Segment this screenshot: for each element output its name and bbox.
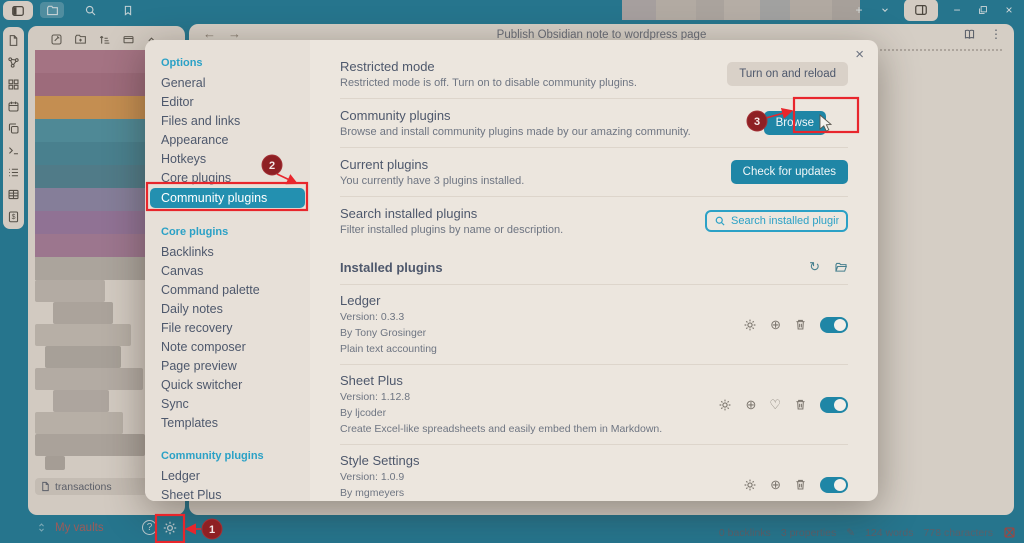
plugin-settings-gear-icon[interactable] — [743, 478, 757, 492]
refresh-icon[interactable]: ↻ — [809, 259, 820, 275]
sidebar-item-daily-notes[interactable]: Daily notes — [145, 299, 310, 318]
sidebar-item-general[interactable]: General — [145, 73, 310, 92]
plugin-name: Ledger — [340, 293, 437, 308]
setting-desc: You currently have 3 plugins installed. — [340, 175, 524, 187]
sidebar-section-options: Options — [145, 53, 310, 73]
plugin-settings-gear-icon[interactable] — [743, 318, 757, 332]
sidebar-item-editor[interactable]: Editor — [145, 92, 310, 111]
setting-title: Community plugins — [340, 108, 691, 123]
plugin-trash-icon[interactable] — [794, 478, 807, 491]
setting-title: Current plugins — [340, 157, 524, 172]
sidebar-item-note-composer[interactable]: Note composer — [145, 337, 310, 356]
sidebar-item-sheet-plus[interactable]: Sheet Plus — [145, 485, 310, 501]
sidebar-item-core-plugins[interactable]: Core plugins — [145, 168, 310, 187]
plugin-donate-icon[interactable]: ⊕ — [770, 478, 781, 491]
sidebar-item-canvas[interactable]: Canvas — [145, 261, 310, 280]
sidebar-item-file-recovery[interactable]: File recovery — [145, 318, 310, 337]
setting-title: Restricted mode — [340, 59, 637, 74]
plugin-desc: Create Excel-like spreadsheets and easil… — [340, 423, 662, 436]
sidebar-item-page-preview[interactable]: Page preview — [145, 356, 310, 375]
sidebar-item-templates[interactable]: Templates — [145, 413, 310, 432]
plugin-trash-icon[interactable] — [794, 318, 807, 331]
sidebar-item-backlinks[interactable]: Backlinks — [145, 242, 310, 261]
plugin-version: Version: 0.3.3 — [340, 311, 437, 324]
search-installed-plugins-input[interactable] — [731, 215, 839, 227]
settings-content: × Restricted mode Restricted mode is off… — [310, 40, 878, 501]
setting-title: Search installed plugins — [340, 206, 563, 221]
sidebar-section-community-plugins: Community plugins — [145, 446, 310, 466]
installed-plugins-title: Installed plugins — [340, 260, 443, 275]
setting-community-plugins: Community plugins Browse and install com… — [340, 98, 848, 147]
close-modal-button[interactable]: × — [851, 42, 868, 67]
setting-desc: Filter installed plugins by name or desc… — [340, 224, 563, 236]
sidebar-section-core-plugins: Core plugins — [145, 222, 310, 242]
sidebar-item-community-plugins-selected[interactable]: Community plugins — [150, 188, 305, 208]
browse-button[interactable]: Browse — [764, 111, 826, 135]
plugin-toggle-on[interactable] — [820, 477, 848, 493]
plugin-donate-icon[interactable]: ⊕ — [770, 318, 781, 331]
search-installed-plugins-box — [705, 210, 848, 232]
setting-search-plugins: Search installed plugins Filter installe… — [340, 196, 848, 245]
turn-on-and-reload-button[interactable]: Turn on and reload — [727, 62, 848, 86]
open-folder-icon[interactable] — [834, 261, 848, 274]
settings-modal: Options General Editor Files and links A… — [145, 40, 878, 501]
plugin-toggle-on[interactable] — [820, 397, 848, 413]
setting-current-plugins: Current plugins You currently have 3 plu… — [340, 147, 848, 196]
sidebar-item-command-palette[interactable]: Command palette — [145, 280, 310, 299]
plugin-name: Sheet Plus — [340, 373, 662, 388]
sidebar-item-quick-switcher[interactable]: Quick switcher — [145, 375, 310, 394]
plugin-version: Version: 1.0.9 — [340, 471, 667, 484]
plugin-settings-gear-icon[interactable] — [718, 398, 732, 412]
plugin-heart-icon[interactable]: ♡ — [769, 398, 781, 411]
plugin-donate-icon[interactable]: ⊕ — [745, 398, 756, 411]
plugin-version: Version: 1.12.8 — [340, 391, 662, 404]
sidebar-item-ledger[interactable]: Ledger — [145, 466, 310, 485]
plugin-author: By mgmeyers — [340, 487, 667, 500]
obsidian-window: + − × — [0, 0, 1024, 543]
plugin-row-style-settings: Style Settings Version: 1.0.9 By mgmeyer… — [340, 444, 848, 501]
plugin-author: By ljcoder — [340, 407, 662, 420]
setting-desc: Restricted mode is off. Turn on to disab… — [340, 77, 637, 89]
sidebar-item-sync[interactable]: Sync — [145, 394, 310, 413]
plugin-name: Style Settings — [340, 453, 667, 468]
check-for-updates-button[interactable]: Check for updates — [731, 160, 848, 184]
plugin-author: By Tony Grosinger — [340, 327, 437, 340]
sidebar-item-files-and-links[interactable]: Files and links — [145, 111, 310, 130]
setting-desc: Browse and install community plugins mad… — [340, 126, 691, 138]
plugin-row-sheet-plus: Sheet Plus Version: 1.12.8 By ljcoder Cr… — [340, 364, 848, 444]
plugin-desc: Plain text accounting — [340, 343, 437, 356]
search-icon — [714, 215, 726, 227]
setting-restricted-mode: Restricted mode Restricted mode is off. … — [340, 50, 848, 98]
plugin-trash-icon[interactable] — [794, 398, 807, 411]
installed-plugins-header: Installed plugins ↻ — [340, 259, 848, 285]
plugin-row-ledger: Ledger Version: 0.3.3 By Tony Grosinger … — [340, 285, 848, 364]
plugin-toggle-on[interactable] — [820, 317, 848, 333]
settings-sidebar: Options General Editor Files and links A… — [145, 40, 310, 501]
sidebar-item-appearance[interactable]: Appearance — [145, 130, 310, 149]
sidebar-item-hotkeys[interactable]: Hotkeys — [145, 149, 310, 168]
